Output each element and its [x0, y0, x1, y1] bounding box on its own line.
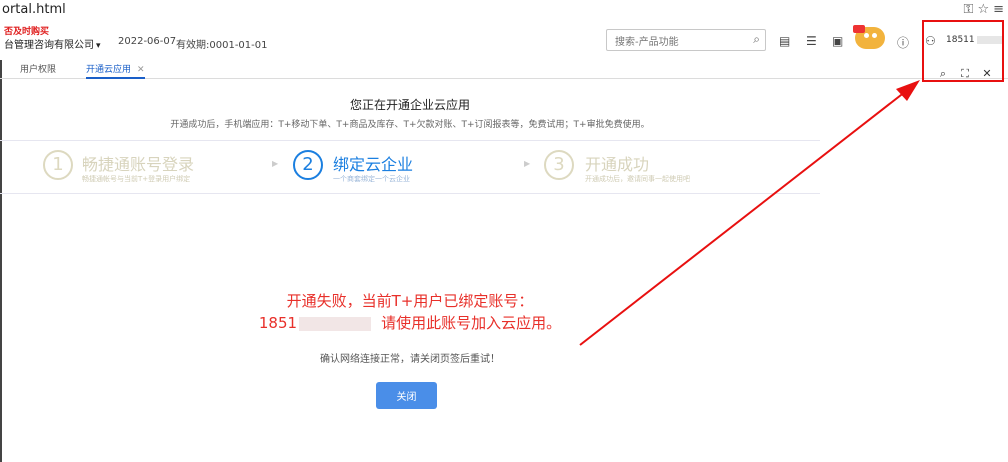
- annotation-arrow-line: [579, 87, 911, 346]
- annotation-arrow: [579, 80, 920, 346]
- annotation-arrow-head: [896, 80, 920, 101]
